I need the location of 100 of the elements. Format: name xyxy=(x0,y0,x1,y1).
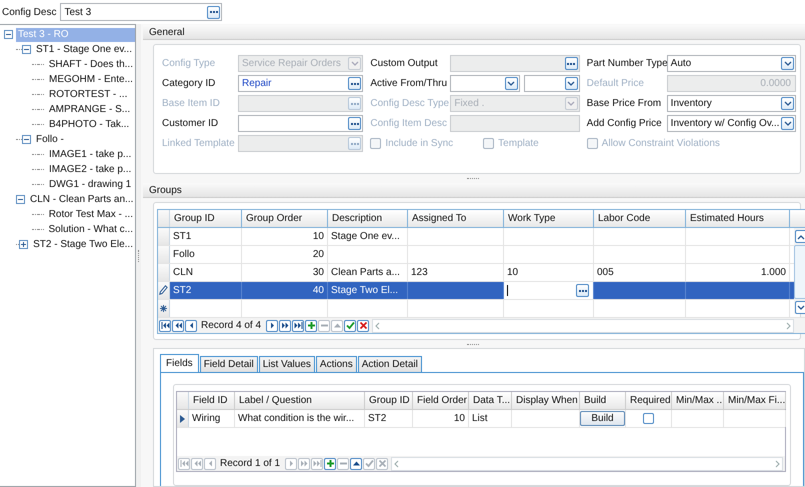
dropdown-button[interactable] xyxy=(781,57,794,70)
lookup-field[interactable]: Repair xyxy=(238,75,364,92)
scrollbar[interactable] xyxy=(372,318,794,332)
column-header[interactable]: Required xyxy=(626,392,672,409)
tree-item[interactable]: CLN - Clean Parts an... xyxy=(28,192,135,206)
previous-page-button[interactable] xyxy=(172,320,184,332)
column-header[interactable]: Data T... xyxy=(469,392,512,409)
tab[interactable]: Action Detail xyxy=(358,356,422,372)
add-button[interactable] xyxy=(324,458,336,470)
row-selector[interactable] xyxy=(158,282,170,299)
scroll-up-button[interactable] xyxy=(795,230,805,243)
plus-icon xyxy=(326,459,335,468)
column-header[interactable]: Group ID xyxy=(365,392,413,409)
row-selector[interactable] xyxy=(158,300,170,317)
tab[interactable]: Actions xyxy=(316,356,357,372)
config-desc-field[interactable]: Test 3 xyxy=(60,3,222,21)
move-up-button[interactable] xyxy=(350,458,362,470)
last-record-button[interactable] xyxy=(292,320,304,332)
expander-icon[interactable] xyxy=(22,135,31,144)
cancel-button[interactable] xyxy=(357,320,370,332)
first-record-button[interactable] xyxy=(159,320,171,332)
column-header[interactable]: Assigned To xyxy=(408,210,504,227)
column-header[interactable]: Build xyxy=(580,392,626,409)
dropdown-button[interactable] xyxy=(504,77,518,90)
scroll-right-icon[interactable] xyxy=(774,460,780,468)
section-header[interactable]: Groups xyxy=(143,183,805,198)
scroll-down-button[interactable] xyxy=(795,301,805,314)
ellipsis-button[interactable] xyxy=(207,6,220,18)
tree-item[interactable]: Follo - xyxy=(34,132,66,146)
dropdown[interactable]: Inventory xyxy=(666,95,796,112)
expander-icon[interactable] xyxy=(22,45,31,54)
table-cell: Stage Two El... xyxy=(328,282,408,299)
tab[interactable]: Field Detail xyxy=(200,356,258,372)
scrollbar[interactable] xyxy=(391,456,783,470)
column-header[interactable]: Label / Question xyxy=(235,392,365,409)
chevron-down-icon xyxy=(784,120,792,126)
previous-record-button[interactable] xyxy=(185,320,197,332)
tree-item[interactable]: ST2 - Stage Two Ele... xyxy=(31,238,135,252)
table-cell: What condition is the wir... xyxy=(238,413,354,424)
column-header[interactable]: Display When xyxy=(512,392,580,409)
scrollbar[interactable] xyxy=(794,228,805,314)
ellipsis-button[interactable] xyxy=(576,284,589,297)
lookup-field[interactable] xyxy=(238,95,364,112)
dropdown[interactable]: Inventory w/ Config Ov... xyxy=(666,115,796,132)
add-button[interactable] xyxy=(305,320,318,332)
column-header[interactable]: Labor Code xyxy=(594,210,686,227)
date-field[interactable] xyxy=(524,75,580,92)
ellipsis-button[interactable] xyxy=(564,57,578,70)
scroll-right-icon[interactable] xyxy=(785,322,791,330)
tree-item[interactable]: SHAFT - Does th... xyxy=(46,58,135,72)
scroll-left-icon[interactable] xyxy=(375,322,382,330)
next-record-button[interactable] xyxy=(266,320,278,332)
scroll-left-icon[interactable] xyxy=(394,460,400,468)
row-selector[interactable] xyxy=(177,410,189,427)
column-header[interactable]: Field ID xyxy=(189,392,235,409)
expander-icon[interactable] xyxy=(4,30,13,39)
input-field[interactable] xyxy=(450,115,580,132)
tree-item[interactable]: IMAGE1 - take p... xyxy=(47,148,134,162)
dropdown-button[interactable] xyxy=(564,77,578,90)
column-header[interactable]: Work Type xyxy=(504,210,594,227)
field-label: Linked Template xyxy=(162,138,236,149)
lookup-field[interactable] xyxy=(238,135,364,152)
table-cell: 10 xyxy=(242,228,328,245)
cell-editor[interactable] xyxy=(504,282,594,299)
scroll-thumb[interactable] xyxy=(794,245,805,299)
dropdown[interactable]: Auto xyxy=(666,55,796,72)
accept-button[interactable] xyxy=(344,320,356,332)
tree-item[interactable]: ROTORTEST - ... xyxy=(47,88,130,102)
ellipsis-button[interactable] xyxy=(348,77,362,90)
tab[interactable]: Fields xyxy=(160,354,199,372)
expander-icon[interactable] xyxy=(16,195,25,204)
column-header[interactable]: Min/Max Fi... xyxy=(724,392,786,409)
column-header[interactable]: Min/Max ... xyxy=(672,392,724,409)
checkbox[interactable] xyxy=(643,413,654,424)
tree-item[interactable]: B4PHOTO - Tak... xyxy=(47,118,132,132)
tree-item[interactable]: IMAGE2 - take p... xyxy=(47,162,134,176)
record-counter: Record 4 of 4 xyxy=(200,320,262,331)
dropdown-button[interactable] xyxy=(781,97,794,110)
ellipsis-button[interactable] xyxy=(348,117,362,130)
next-page-button[interactable] xyxy=(279,320,292,332)
date-field[interactable] xyxy=(450,75,520,92)
tab[interactable]: List Values xyxy=(258,356,315,372)
tree-item[interactable]: MEGOHM - Ente... xyxy=(47,72,135,86)
column-header[interactable]: Field Order xyxy=(413,392,469,409)
tree-item[interactable]: DWG1 - drawing 1 xyxy=(47,178,134,192)
field-label: Base Price From xyxy=(586,98,662,109)
tree-item[interactable]: AMPRANGE - S... xyxy=(47,102,132,116)
column-header[interactable]: Group ID xyxy=(170,210,242,227)
build-button[interactable]: Build xyxy=(580,411,625,426)
tree-item[interactable]: Rotor Test Max - ... xyxy=(46,208,135,222)
column-header[interactable]: Description xyxy=(328,210,408,227)
lookup-field[interactable] xyxy=(450,55,580,72)
tree-item[interactable]: ST1 - Stage One ev... xyxy=(34,42,134,56)
dropdown-button[interactable] xyxy=(781,117,794,130)
expander-icon[interactable] xyxy=(19,240,28,249)
section-header[interactable]: General xyxy=(143,25,805,40)
column-header[interactable]: Estimated Hours xyxy=(686,210,790,227)
column-header[interactable]: Group Order xyxy=(242,210,328,227)
tree-item[interactable]: Solution - What c... xyxy=(46,222,135,236)
lookup-field[interactable] xyxy=(238,115,364,132)
